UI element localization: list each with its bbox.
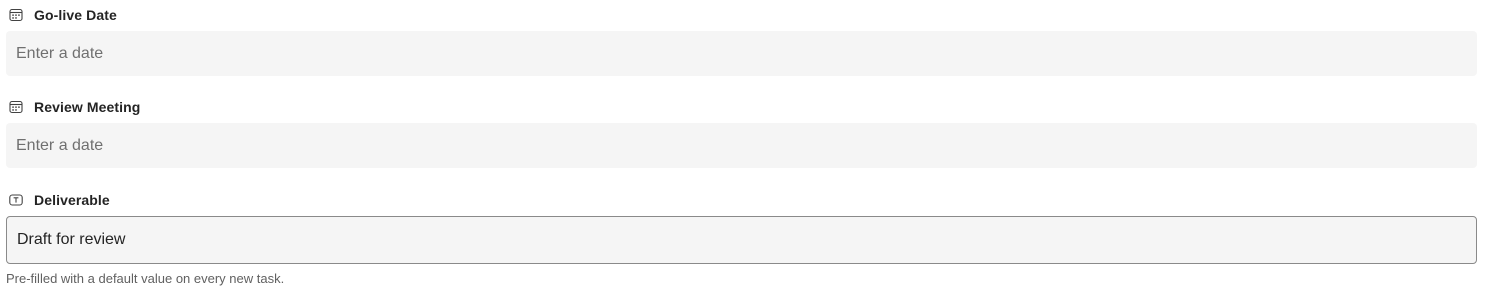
review-meeting-field: Review Meeting Enter a date [6, 97, 1477, 168]
deliverable-value: Draft for review [17, 231, 126, 248]
calendar-icon [9, 100, 23, 114]
go-live-date-placeholder: Enter a date [16, 44, 104, 62]
review-meeting-label-row: Review Meeting [6, 97, 1477, 117]
task-fields-form: Go-live Date Enter a date Review Meeting [0, 0, 1487, 302]
deliverable-field: Deliverable Draft for review [6, 190, 1477, 264]
go-live-date-label: Go-live Date [34, 7, 117, 23]
go-live-date-input[interactable]: Enter a date [6, 31, 1477, 76]
deliverable-label: Deliverable [34, 192, 110, 208]
calendar-icon [9, 8, 23, 22]
deliverable-label-row: Deliverable [6, 190, 1477, 210]
deliverable-input[interactable]: Draft for review [6, 216, 1477, 264]
go-live-date-field: Go-live Date Enter a date [6, 5, 1477, 76]
review-meeting-input[interactable]: Enter a date [6, 123, 1477, 168]
text-field-icon [9, 193, 23, 207]
review-meeting-placeholder: Enter a date [16, 136, 104, 154]
review-meeting-label: Review Meeting [34, 99, 141, 115]
go-live-date-label-row: Go-live Date [6, 5, 1477, 25]
deliverable-helper-text: Pre-filled with a default value on every… [6, 271, 285, 286]
